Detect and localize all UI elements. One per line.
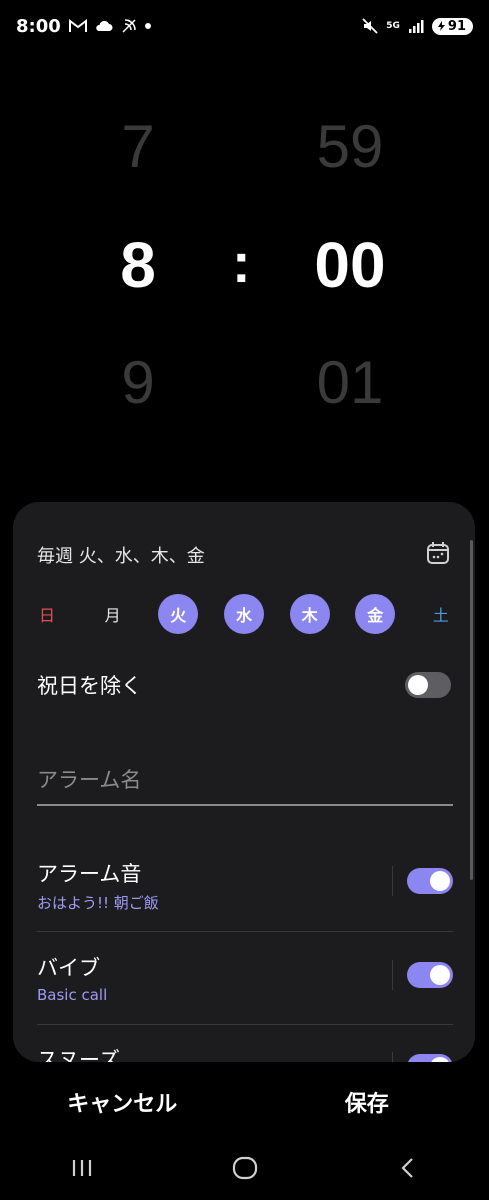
vertical-divider [392, 1052, 393, 1062]
snooze-title: スヌーズ [37, 1048, 120, 1062]
signal-icon [408, 19, 424, 33]
alarm-name-input[interactable] [37, 760, 453, 800]
calendar-icon[interactable] [425, 540, 451, 570]
vibration-title: バイブ [37, 956, 100, 980]
gmail-icon [68, 19, 87, 33]
hour-current[interactable]: 8 [58, 228, 218, 302]
repeat-row: 毎週 火、水、木、金 [37, 540, 451, 570]
mute-icon [362, 18, 378, 34]
alarm-sound-title: アラーム音 [37, 862, 142, 886]
network-type: 5G [386, 20, 400, 31]
hour-prev[interactable]: 7 [58, 112, 218, 181]
day-sun[interactable]: 日 [27, 594, 67, 634]
alarm-edit-screen: 8:00 5G 91 7 8 9: 59 00 01 毎週 火、水、木、金 日… [0, 0, 489, 1200]
alarm-sound-value: おはよう!! 朝ご飯 [37, 894, 159, 912]
cloud-icon [95, 20, 113, 32]
day-sat[interactable]: 土 [421, 594, 461, 634]
toggle-knob [430, 871, 450, 891]
save-button[interactable]: 保存 [245, 1078, 489, 1126]
day-mon[interactable]: 月 [93, 594, 133, 634]
exclude-holidays-row[interactable]: 祝日を除く [37, 670, 451, 700]
day-wed[interactable]: 水 [223, 594, 264, 634]
hour-next[interactable]: 9 [58, 348, 218, 417]
cancel-button[interactable]: キャンセル [0, 1078, 245, 1126]
toggle-knob [430, 1057, 450, 1062]
repeat-summary: 毎週 火、水、木、金 [37, 546, 205, 567]
snooze-row[interactable]: スヌーズ [37, 1044, 453, 1062]
time-picker: 7 8 9 : 59 00 01 [0, 100, 489, 430]
snooze-toggle[interactable] [407, 1054, 453, 1062]
alarm-name-field-wrap [37, 760, 453, 806]
day-tue[interactable]: 火 [158, 594, 199, 634]
home-icon[interactable] [215, 1143, 275, 1193]
status-right: 5G 91 [362, 17, 473, 35]
row-divider [37, 931, 453, 932]
day-thu[interactable]: 木 [289, 594, 330, 634]
minute-prev[interactable]: 59 [270, 112, 430, 181]
alarm-sound-row[interactable]: アラーム音 おはよう!! 朝ご飯 [37, 858, 453, 938]
battery-icon: 91 [431, 17, 473, 35]
back-icon[interactable] [378, 1143, 438, 1193]
exclude-holidays-toggle[interactable] [405, 672, 451, 698]
vibration-value: Basic call [37, 986, 108, 1004]
alarm-settings-card: 毎週 火、水、木、金 日 月 火 水 木 金 土 祝日を除く アラーム名 アラー… [13, 502, 475, 1062]
vibration-row[interactable]: バイブ Basic call [37, 952, 453, 1032]
toggle-knob [408, 675, 428, 695]
navigation-bar [0, 1140, 489, 1196]
status-left: 8:00 [16, 16, 151, 37]
minute-next[interactable]: 01 [270, 348, 430, 417]
wifi-calling-icon [121, 18, 137, 34]
toggle-knob [430, 965, 450, 985]
dot-icon [144, 23, 151, 29]
exclude-holidays-label: 祝日を除く [37, 674, 142, 698]
alarm-sound-toggle[interactable] [407, 868, 453, 894]
day-fri[interactable]: 金 [355, 594, 396, 634]
vertical-divider [392, 960, 393, 990]
row-divider [37, 1024, 453, 1025]
status-bar: 8:00 5G 91 [0, 0, 489, 52]
battery-level: 91 [447, 18, 466, 34]
scrollbar[interactable] [470, 540, 473, 880]
vertical-divider [392, 866, 393, 896]
recent-apps-icon[interactable] [52, 1143, 112, 1193]
minute-current[interactable]: 00 [270, 228, 430, 302]
time-separator: : [232, 231, 251, 294]
action-bar: キャンセル 保存 [0, 1078, 489, 1126]
vibration-toggle[interactable] [407, 962, 453, 988]
status-time: 8:00 [16, 15, 61, 37]
weekday-selector: 日 月 火 水 木 金 土 [27, 594, 461, 634]
